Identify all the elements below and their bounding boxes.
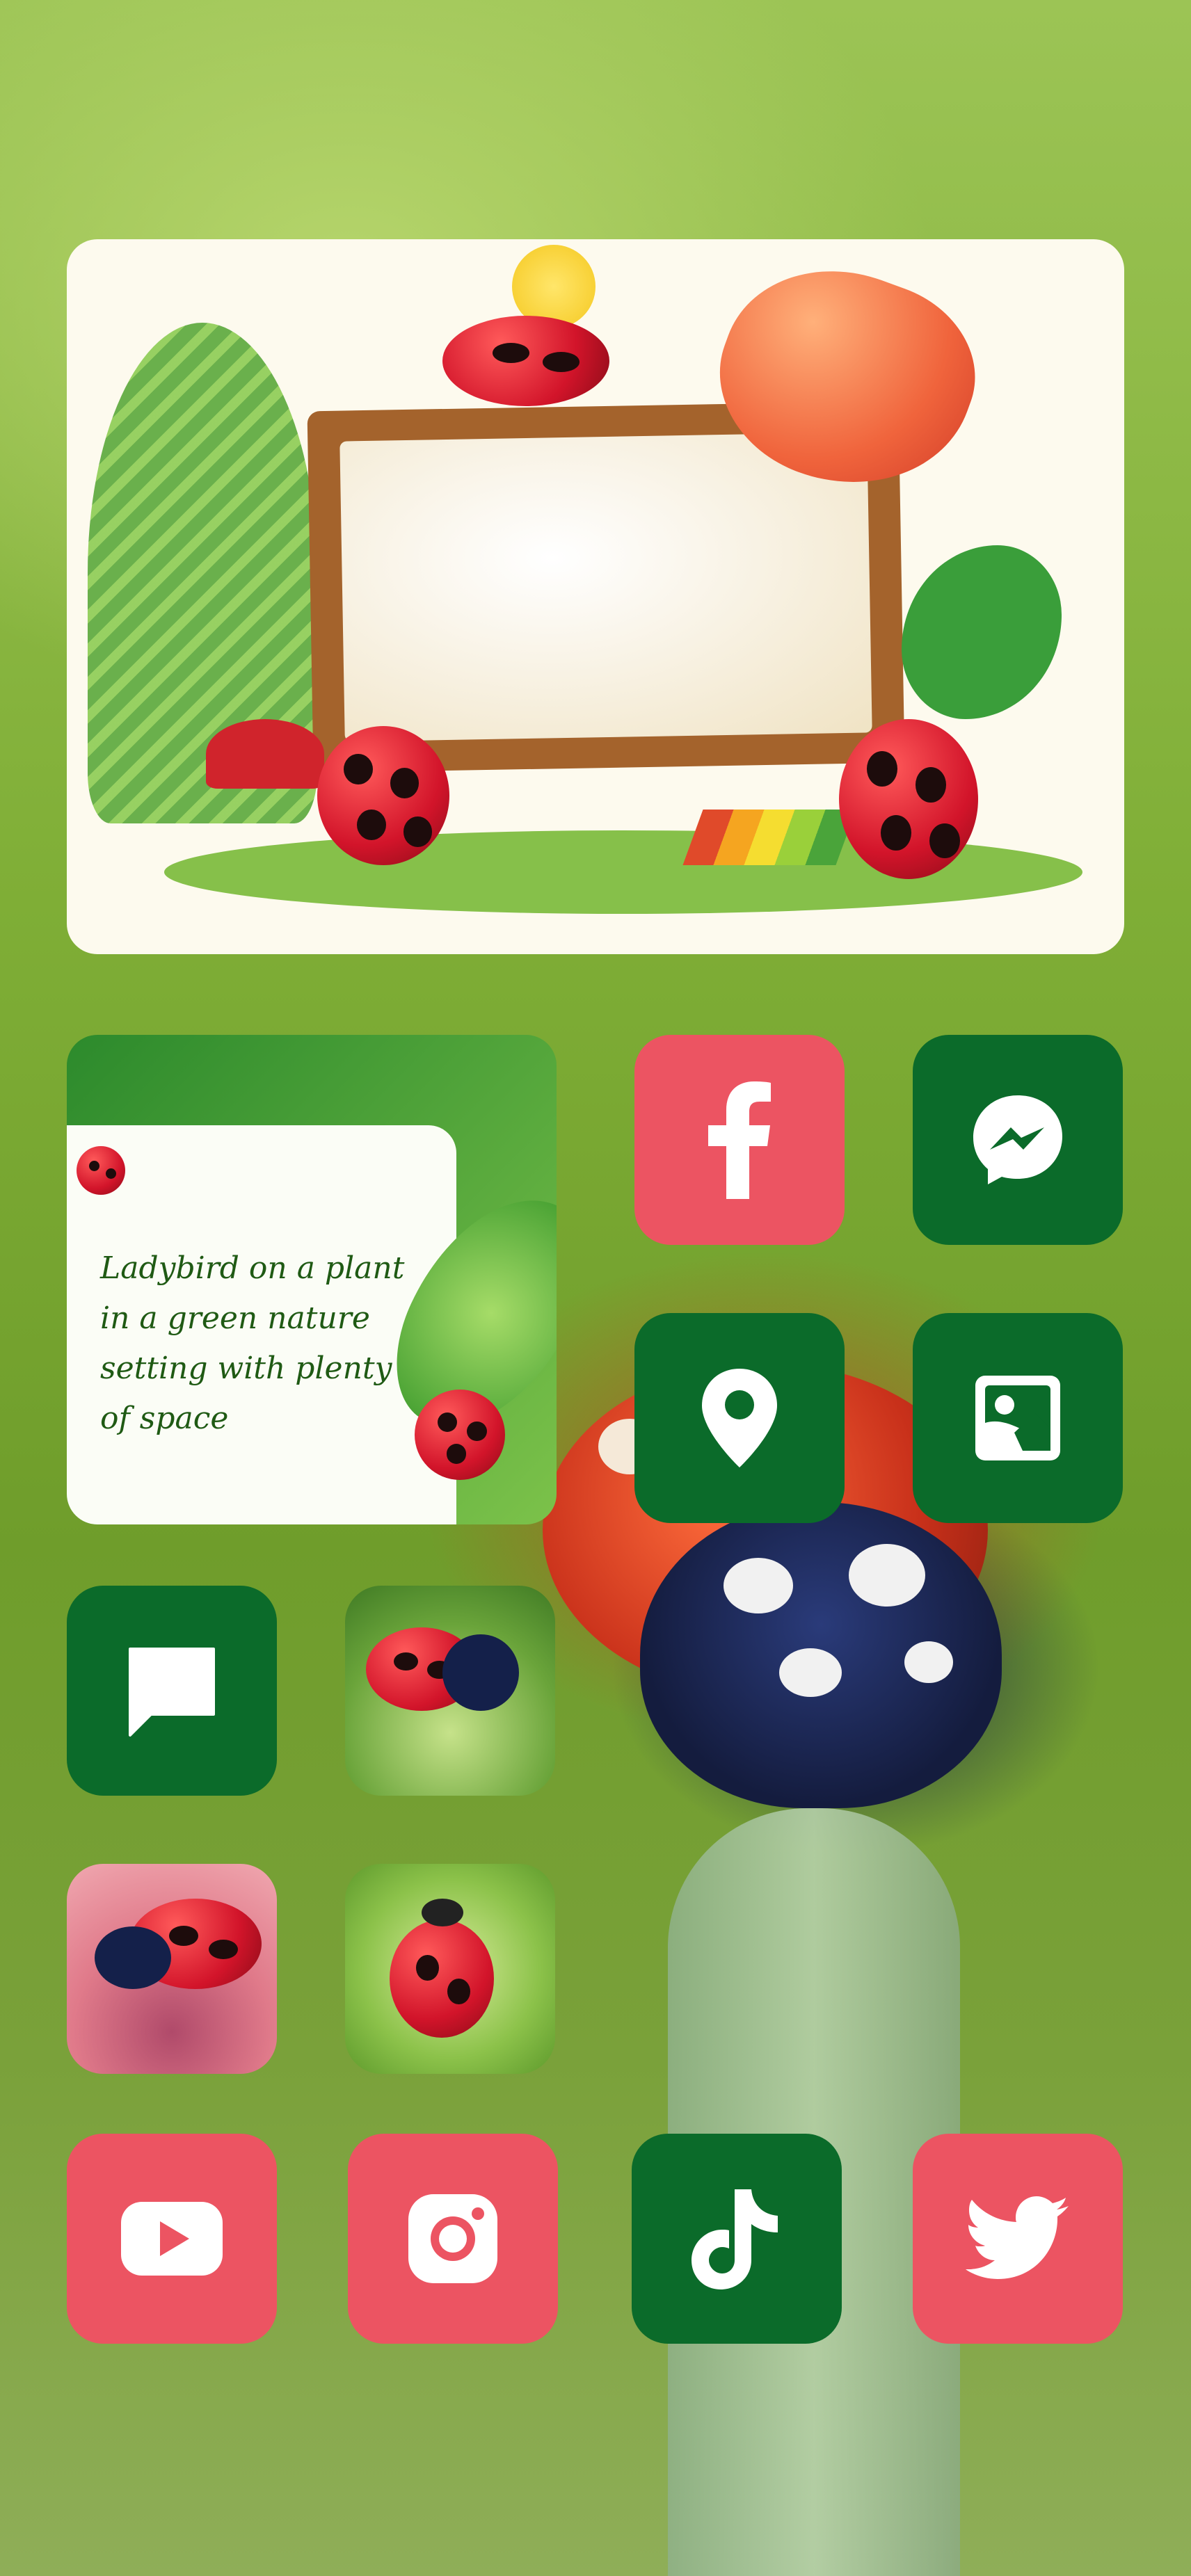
ladybug-trumpet-illustration <box>317 726 449 865</box>
photo-widget-ladybug-flower[interactable] <box>67 1864 277 2074</box>
instagram-icon <box>408 2194 497 2283</box>
ladybug-head <box>95 1926 171 1989</box>
play-icon <box>121 2202 223 2276</box>
ladybug-head <box>422 1899 463 1926</box>
youtube-app-icon[interactable] <box>67 2134 277 2344</box>
map-pin-icon <box>702 1369 777 1467</box>
note-text: Ladybird on a plant in a green nature se… <box>100 1250 405 1436</box>
photo-widget-ladybug-stem[interactable] <box>345 1864 555 2074</box>
ladybug-top-illustration <box>442 316 609 406</box>
leaf-illustration <box>902 545 1062 719</box>
photo-icon <box>975 1376 1060 1460</box>
xylophone-illustration <box>682 810 856 865</box>
ladybug-xylophone-illustration <box>839 719 978 879</box>
instagram-app-icon[interactable] <box>348 2134 558 2344</box>
messenger-app-icon[interactable] <box>913 1035 1123 1245</box>
facebook-icon <box>708 1081 771 1199</box>
twitter-bird-icon <box>966 2196 1069 2279</box>
chat-bubble-icon <box>129 1648 215 1737</box>
mushroom-illustration <box>206 719 324 789</box>
tiktok-icon <box>692 2189 778 2289</box>
messenger-icon <box>973 1095 1062 1184</box>
banner-widget[interactable] <box>67 239 1124 954</box>
facebook-app-icon[interactable] <box>634 1035 845 1245</box>
maps-app-icon[interactable] <box>634 1313 845 1523</box>
tiktok-app-icon[interactable] <box>632 2134 842 2344</box>
note-ladybug-large <box>415 1390 505 1480</box>
ladybug-shell <box>390 1919 494 2038</box>
messages-app-icon[interactable] <box>67 1586 277 1796</box>
note-widget[interactable]: Ladybird on a plant in a green nature se… <box>67 1035 557 1524</box>
note-ladybug-small <box>77 1146 125 1195</box>
photos-app-icon[interactable] <box>913 1313 1123 1523</box>
ladybug-head <box>442 1634 519 1711</box>
twitter-app-icon[interactable] <box>913 2134 1123 2344</box>
photo-widget-ladybug-leaf[interactable] <box>345 1586 555 1796</box>
wallpaper-ladybug-body <box>640 1502 1002 1808</box>
